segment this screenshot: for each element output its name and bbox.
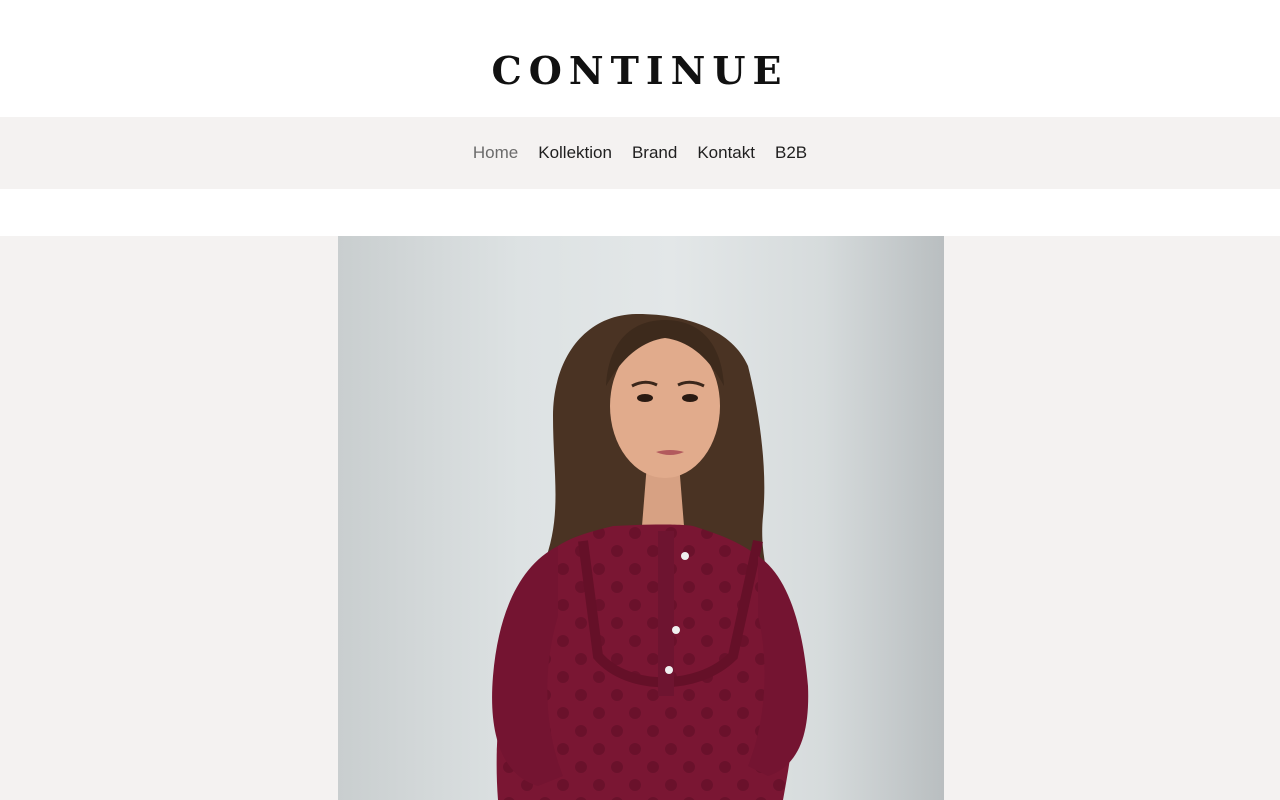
site-logo[interactable]: CONTINUE — [0, 46, 1280, 96]
nav-item-b2b[interactable]: B2B — [775, 143, 807, 163]
hero-illustration — [492, 314, 809, 800]
main-navigation: Home Kollektion Brand Kontakt B2B — [0, 117, 1280, 189]
nav-menu: Home Kollektion Brand Kontakt B2B — [0, 117, 1280, 189]
site-header: CONTINUE — [0, 0, 1280, 117]
hero-section — [0, 236, 1280, 800]
nav-item-brand[interactable]: Brand — [632, 143, 677, 163]
hero-image — [338, 236, 944, 800]
nav-item-home[interactable]: Home — [473, 143, 518, 163]
nav-item-kontakt[interactable]: Kontakt — [697, 143, 755, 163]
page: CONTINUE Home Kollektion Brand Kontakt B… — [0, 0, 1280, 800]
nav-item-kollektion[interactable]: Kollektion — [538, 143, 612, 163]
header-spacer — [0, 189, 1280, 236]
